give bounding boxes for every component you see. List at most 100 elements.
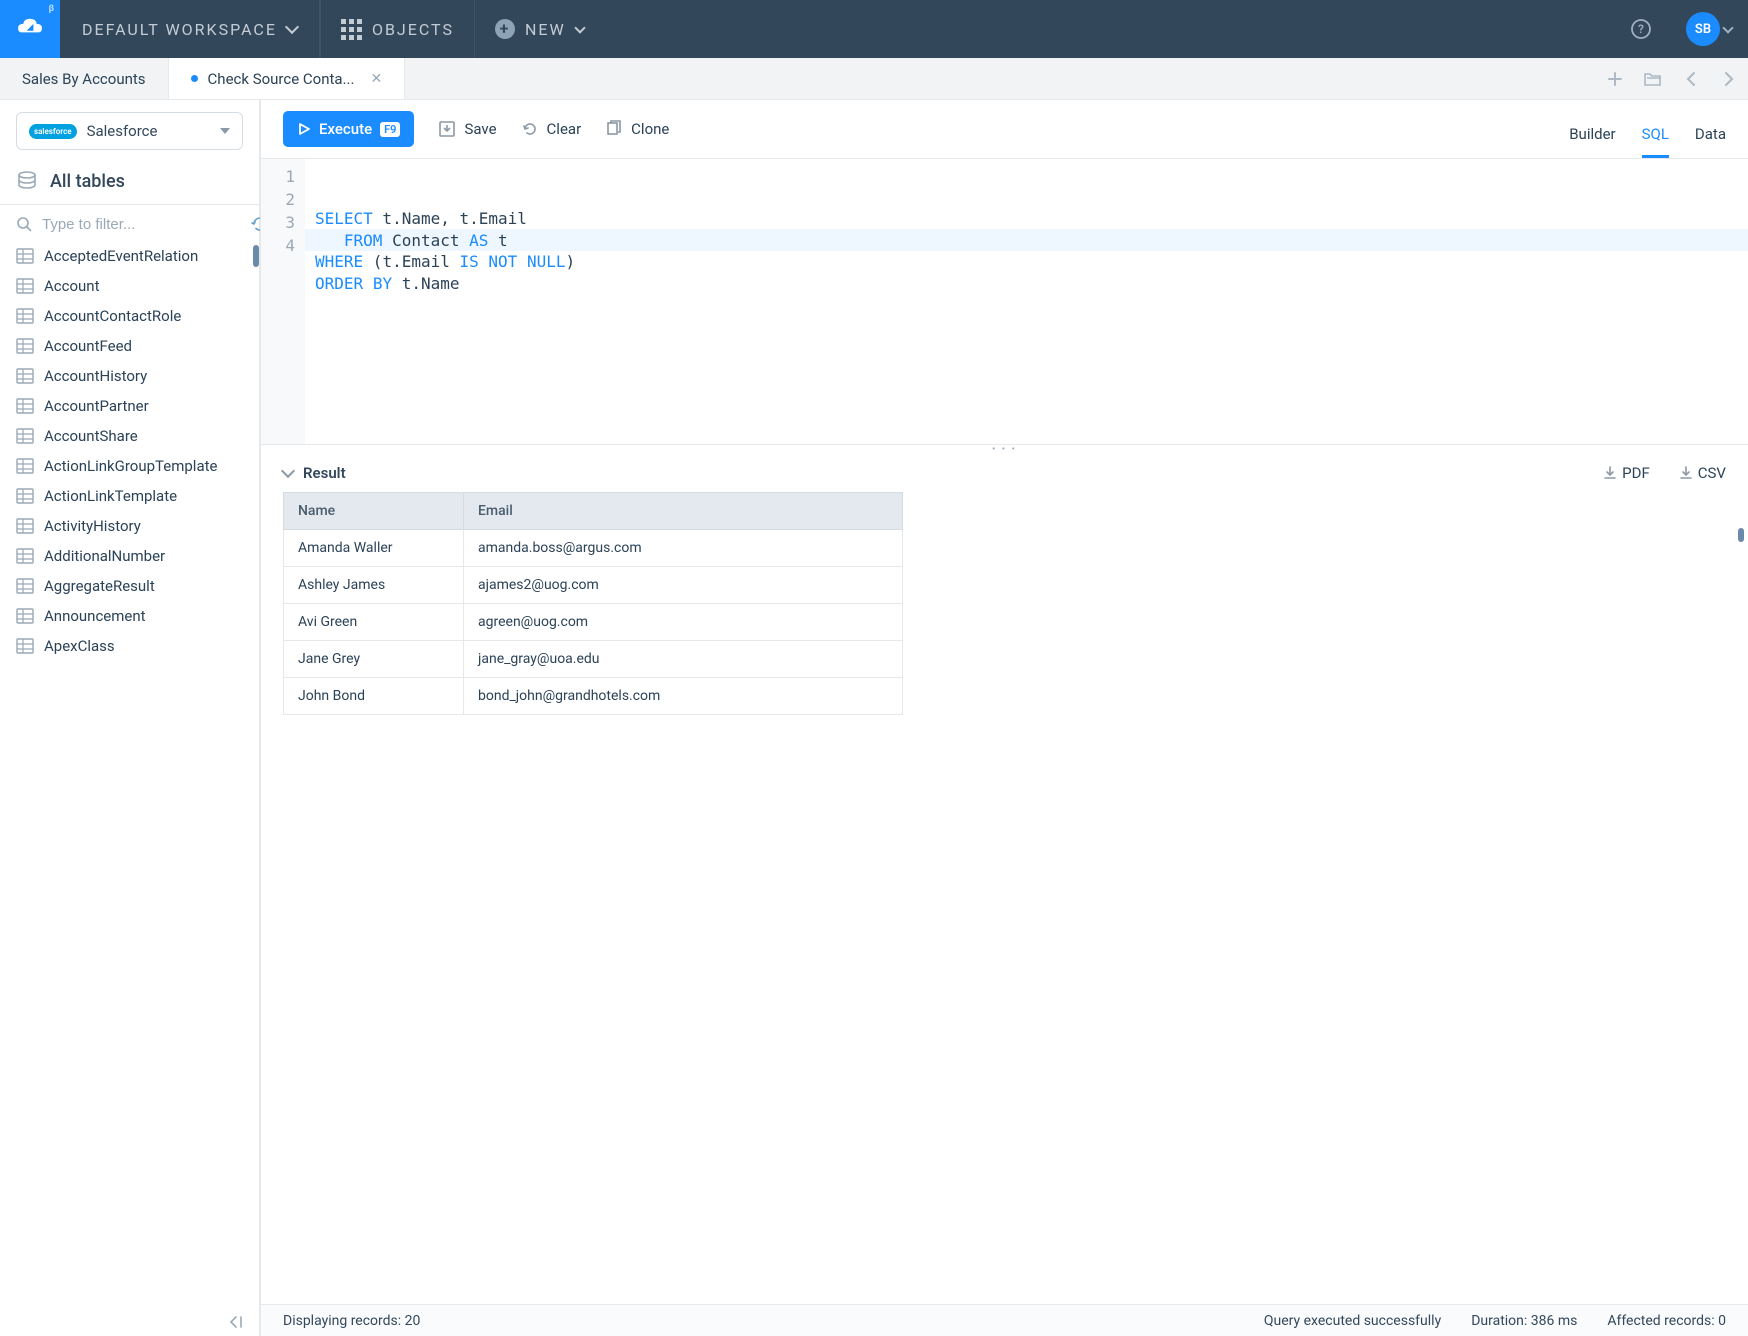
tab-check-source-contacts[interactable]: Check Source Conta... ✕ (169, 58, 406, 99)
cell-email[interactable]: agreen@uog.com (464, 604, 903, 641)
cell-email[interactable]: jane_gray@uoa.edu (464, 641, 903, 678)
open-button[interactable] (1634, 58, 1672, 99)
table-item[interactable]: ActivityHistory (0, 511, 259, 541)
connection-dropdown[interactable]: salesforce Salesforce (16, 112, 243, 150)
column-header-email[interactable]: Email (464, 493, 903, 530)
workspace-dropdown[interactable]: DEFAULT WORKSPACE (60, 0, 320, 58)
account-dropdown[interactable]: SB (1664, 0, 1748, 58)
table-item[interactable]: AggregateResult (0, 571, 259, 601)
workspace-label: DEFAULT WORKSPACE (82, 20, 277, 39)
status-duration: Duration: 386 ms (1471, 1313, 1577, 1329)
cell-name[interactable]: Amanda Waller (284, 530, 464, 567)
table-item[interactable]: AccountContactRole (0, 301, 259, 331)
next-tab-button[interactable] (1710, 58, 1748, 99)
tab-sales-by-accounts[interactable]: Sales By Accounts (0, 58, 169, 99)
chevron-left-icon (1686, 72, 1696, 86)
filter-input[interactable] (42, 216, 241, 233)
table-item[interactable]: ApexClass (0, 631, 259, 661)
table-item[interactable]: Account (0, 271, 259, 301)
new-dropdown[interactable]: + NEW (474, 0, 604, 58)
status-success: Query executed successfully (1264, 1313, 1441, 1329)
export-csv-button[interactable]: CSV (1678, 464, 1726, 482)
table-row[interactable]: Amanda Walleramanda.boss@argus.com (284, 530, 903, 567)
cell-name[interactable]: Ashley James (284, 567, 464, 604)
grid-icon (341, 19, 362, 40)
export-pdf-button[interactable]: PDF (1602, 464, 1650, 482)
tab-label: Check Source Conta... (208, 70, 355, 88)
database-icon (16, 170, 38, 192)
splitter-handle[interactable]: • • • (261, 444, 1748, 454)
cell-email[interactable]: ajames2@uog.com (464, 567, 903, 604)
new-label: NEW (525, 20, 566, 39)
search-icon (16, 216, 32, 232)
collapse-sidebar-button[interactable] (0, 1308, 259, 1336)
column-header-name[interactable]: Name (284, 493, 464, 530)
undo-icon (521, 120, 539, 138)
view-tab-builder[interactable]: Builder (1569, 125, 1615, 158)
scrollbar-thumb[interactable] (253, 245, 259, 267)
cell-name[interactable]: John Bond (284, 678, 464, 715)
table-item-label: AccountShare (44, 427, 138, 445)
plus-circle-icon: + (495, 19, 515, 39)
table-item-label: AdditionalNumber (44, 547, 165, 565)
table-row[interactable]: Ashley Jamesajames2@uog.com (284, 567, 903, 604)
table-item[interactable]: AccountFeed (0, 331, 259, 361)
table-item-label: AccountPartner (44, 397, 149, 415)
play-icon (297, 122, 311, 136)
table-row[interactable]: Avi Greenagreen@uog.com (284, 604, 903, 641)
avatar: SB (1686, 12, 1720, 46)
clone-button[interactable]: Clone (605, 120, 669, 138)
save-label: Save (464, 120, 496, 138)
clear-button[interactable]: Clear (521, 120, 582, 138)
tabstrip: Sales By Accounts Check Source Conta... … (0, 58, 1748, 100)
table-item-label: AccountFeed (44, 337, 132, 355)
view-tab-data[interactable]: Data (1695, 125, 1726, 158)
objects-label: OBJECTS (372, 20, 454, 39)
view-tab-sql[interactable]: SQL (1642, 125, 1669, 158)
cell-name[interactable]: Jane Grey (284, 641, 464, 678)
save-button[interactable]: Save (438, 120, 496, 138)
table-item[interactable]: ActionLinkTemplate (0, 481, 259, 511)
table-item[interactable]: AdditionalNumber (0, 541, 259, 571)
cell-email[interactable]: amanda.boss@argus.com (464, 530, 903, 567)
sql-editor[interactable]: 1234 SELECT t.Name, t.Email FROM Contact… (261, 158, 1748, 444)
help-button[interactable]: ? (1618, 0, 1664, 58)
new-tab-button[interactable] (1596, 58, 1634, 99)
statusbar: Displaying records: 20 Query executed su… (261, 1304, 1748, 1336)
chevron-down-icon[interactable] (281, 464, 295, 478)
logo[interactable]: β (0, 0, 60, 58)
table-item[interactable]: AccountHistory (0, 361, 259, 391)
code-body[interactable]: SELECT t.Name, t.Email FROM Contact AS t… (305, 159, 1748, 444)
table-item[interactable]: ActionLinkGroupTemplate (0, 451, 259, 481)
table-item[interactable]: AcceptedEventRelation (0, 241, 259, 271)
table-item[interactable]: AccountShare (0, 421, 259, 451)
table-item-label: AccountHistory (44, 367, 147, 385)
table-item[interactable]: AccountPartner (0, 391, 259, 421)
table-row[interactable]: Jane Greyjane_gray@uoa.edu (284, 641, 903, 678)
close-icon[interactable]: ✕ (370, 71, 382, 87)
chevron-down-icon (574, 22, 585, 33)
table-item[interactable]: Announcement (0, 601, 259, 631)
result-label: Result (303, 464, 346, 482)
chevron-down-icon (220, 128, 230, 134)
table-item-label: AggregateResult (44, 577, 155, 595)
result-grid[interactable]: Name Email Amanda Walleramanda.boss@argu… (261, 492, 1748, 1304)
help-icon: ? (1630, 18, 1652, 40)
cell-name[interactable]: Avi Green (284, 604, 464, 641)
folder-icon (1644, 71, 1662, 87)
chevron-right-icon (1724, 72, 1734, 86)
table-row[interactable]: John Bondbond_john@grandhotels.com (284, 678, 903, 715)
objects-button[interactable]: OBJECTS (320, 0, 474, 58)
table-item-label: AcceptedEventRelation (44, 247, 198, 265)
chevron-down-icon (285, 20, 299, 34)
table-list[interactable]: AcceptedEventRelation Account AccountConta… (0, 241, 259, 1308)
save-icon (438, 120, 456, 138)
clone-icon (605, 120, 623, 138)
cell-email[interactable]: bond_john@grandhotels.com (464, 678, 903, 715)
table-item-label: Account (44, 277, 100, 295)
execute-button[interactable]: Execute F9 (283, 111, 414, 147)
connection-label: Salesforce (87, 122, 210, 140)
prev-tab-button[interactable] (1672, 58, 1710, 99)
pdf-label: PDF (1622, 464, 1650, 482)
scrollbar-thumb[interactable] (1738, 528, 1744, 542)
